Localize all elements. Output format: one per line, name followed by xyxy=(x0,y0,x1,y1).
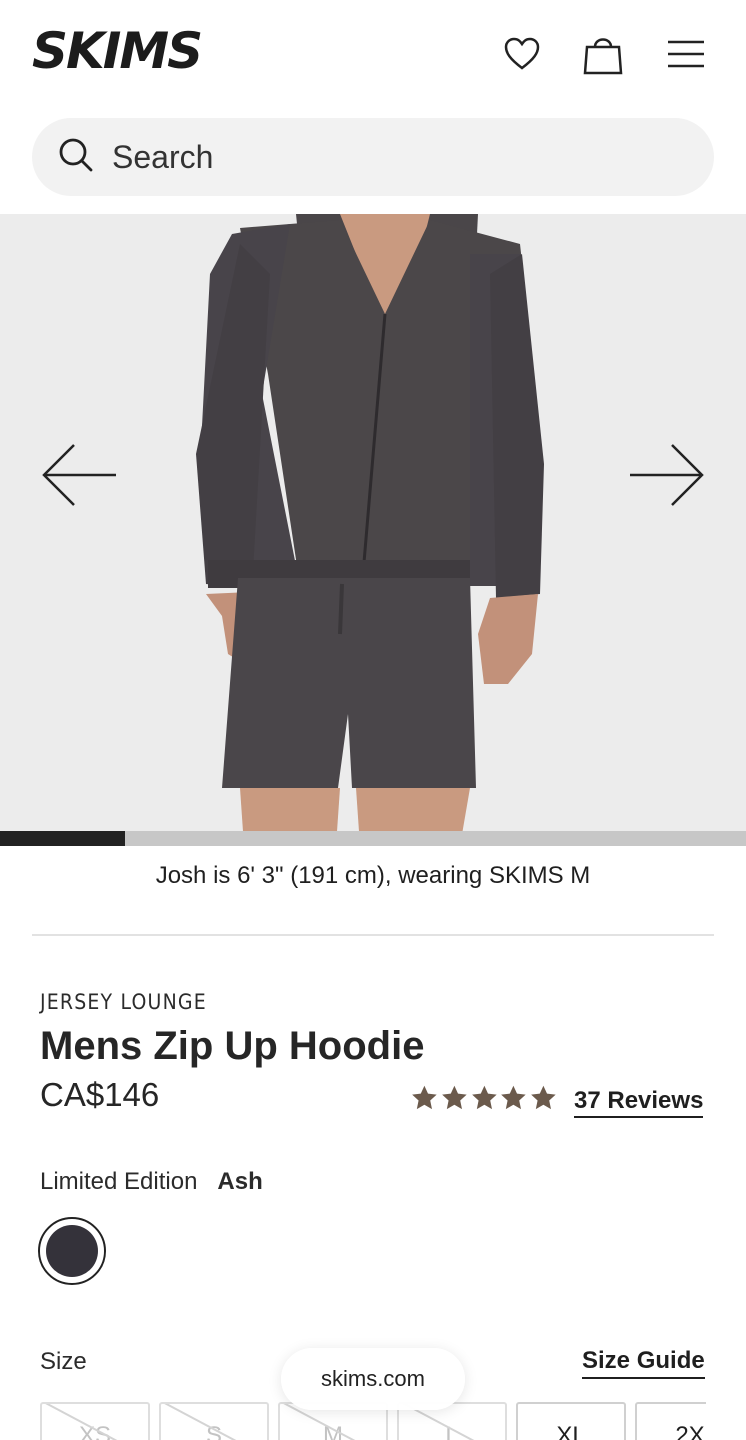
size-option[interactable]: 2X xyxy=(635,1402,706,1440)
color-label: Limited Edition xyxy=(40,1168,198,1195)
product-price: CA$146 xyxy=(40,1076,160,1113)
star-icon xyxy=(441,1085,467,1110)
star-icon xyxy=(531,1085,556,1110)
model-caption: Josh is 6' 3" (191 cm), wearing SKIMS M xyxy=(155,862,591,889)
product-title: Mens Zip Up Hoodie xyxy=(40,1024,425,1068)
hamburger-menu-icon[interactable] xyxy=(664,32,708,76)
browser-url-pill[interactable]: skims.com xyxy=(281,1348,465,1410)
size-option[interactable]: XS xyxy=(40,1402,150,1440)
bag-icon[interactable] xyxy=(581,32,625,76)
product-image-gallery[interactable] xyxy=(0,214,746,846)
color-name: Ash xyxy=(217,1168,263,1195)
gallery-progress-bar xyxy=(0,831,746,846)
swatch-fill xyxy=(46,1225,98,1277)
size-option[interactable]: XL xyxy=(516,1402,626,1440)
gallery-progress-fill xyxy=(0,831,125,846)
color-row: Limited Edition Ash xyxy=(40,1168,263,1196)
star-icon xyxy=(412,1085,437,1110)
star-icon xyxy=(471,1085,497,1110)
size-guide-link[interactable]: Size Guide xyxy=(582,1347,705,1379)
size-label: Size xyxy=(40,1348,87,1375)
header: SKIMS xyxy=(0,0,746,108)
search-bar[interactable] xyxy=(32,118,714,196)
search-icon xyxy=(58,137,94,178)
previous-image-arrow-icon[interactable] xyxy=(40,442,120,508)
heart-icon[interactable] xyxy=(500,32,544,76)
collection-name: JERSEY LOUNGE xyxy=(40,990,207,1014)
product-photo xyxy=(0,214,746,846)
color-swatch-ash[interactable] xyxy=(38,1217,106,1285)
divider xyxy=(32,934,714,936)
size-option[interactable]: S xyxy=(159,1402,269,1440)
search-input[interactable] xyxy=(112,138,672,176)
star-icon xyxy=(501,1085,527,1110)
svg-text:SKIMS: SKIMS xyxy=(32,22,201,78)
rating-stars[interactable] xyxy=(410,1084,558,1114)
next-image-arrow-icon[interactable] xyxy=(626,442,706,508)
skims-logo[interactable]: SKIMS xyxy=(32,22,228,80)
reviews-link[interactable]: 37 Reviews xyxy=(574,1087,704,1118)
